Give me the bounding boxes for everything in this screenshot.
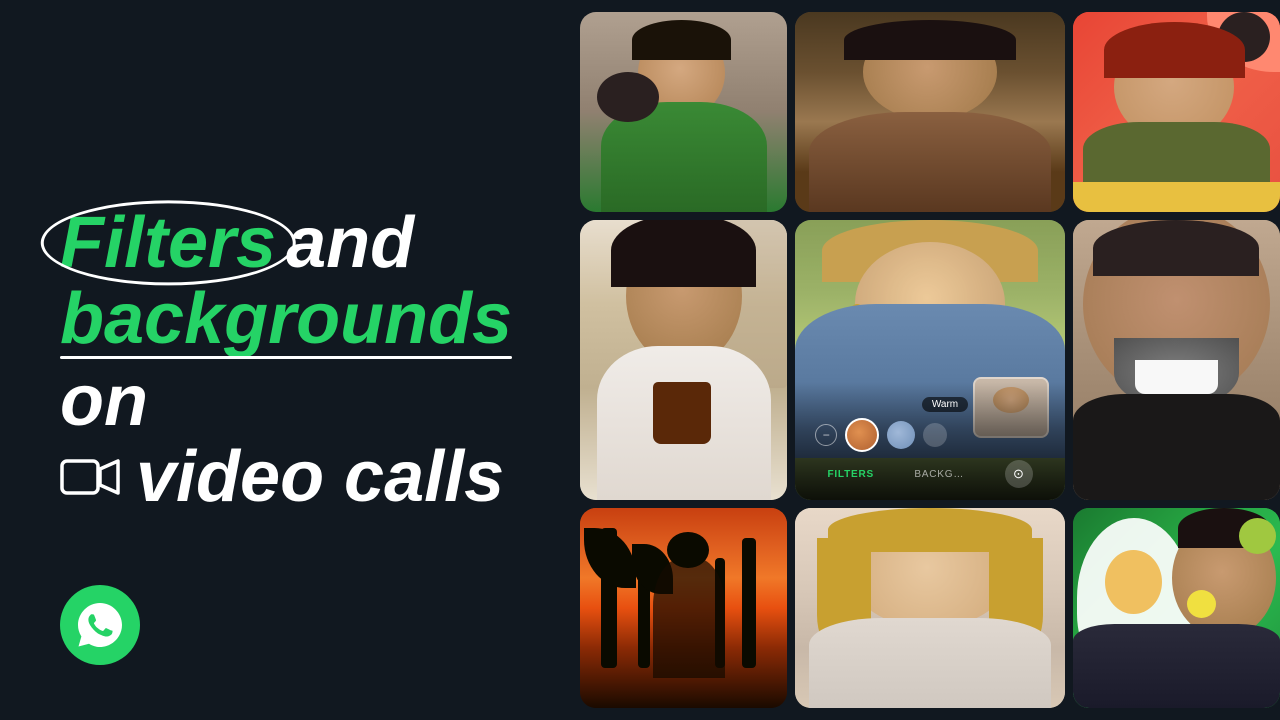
photo-overlay: [795, 508, 1064, 708]
headline-line3: video calls: [60, 441, 530, 513]
hair: [611, 220, 756, 287]
phone-filter-ui: Warm − FILTERS BACKG… ⊙: [795, 382, 1064, 500]
hair: [1104, 22, 1245, 78]
photo-overlay: [580, 220, 787, 500]
video-calls-word: video calls: [136, 441, 504, 513]
hair: [1093, 220, 1259, 276]
photo-asian-man-stickers: [1073, 508, 1280, 708]
headline: Filters and backgrounds on video calls: [60, 207, 530, 513]
headline-line1: Filters and: [60, 207, 530, 279]
page: Filters and backgrounds on video calls: [0, 0, 1280, 720]
body: [1073, 624, 1280, 708]
body: [1073, 394, 1280, 500]
photo-overlay: [580, 12, 787, 212]
filter-blue-circle[interactable]: [887, 421, 915, 449]
photo-blonde-woman: [795, 508, 1064, 708]
headline-line2: backgrounds on: [60, 283, 530, 437]
photo-overlay: [795, 12, 1064, 212]
whatsapp-logo: [60, 585, 140, 665]
photo-woman-cartoon-bg: [1073, 12, 1280, 212]
backgrounds-word: backgrounds: [60, 283, 512, 355]
filter-warm-circle[interactable]: [845, 418, 879, 452]
filters-tab[interactable]: FILTERS: [827, 469, 874, 480]
filters-word: Filters: [60, 207, 276, 279]
sticker-food1: [1239, 518, 1276, 554]
head-silhouette: [667, 532, 708, 568]
photo-overlay: [1073, 12, 1280, 212]
whatsapp-icon: [74, 599, 126, 651]
teeth: [1135, 360, 1218, 394]
photo-woman-outdoor: [795, 12, 1064, 212]
palm-trunk3: [742, 538, 757, 668]
photo-woman-warm-filter: Warm − FILTERS BACKG… ⊙: [795, 220, 1064, 500]
photo-bearded-man: [1073, 220, 1280, 500]
right-panel: Warm − FILTERS BACKG… ⊙: [580, 0, 1280, 720]
photo-overlay: [1073, 508, 1280, 708]
filter-tabs-row: FILTERS BACKG… ⊙: [807, 460, 1052, 488]
filter-minus-btn[interactable]: −: [815, 424, 837, 446]
body: [809, 618, 1052, 708]
hair-shape: [632, 20, 731, 60]
filter-more-circle[interactable]: [923, 423, 947, 447]
on-word: on: [60, 365, 148, 437]
sticker-face: [1105, 550, 1162, 614]
sticker-food2: [1187, 590, 1216, 618]
photo-sunset-palms: [580, 508, 787, 708]
backgrounds-tab[interactable]: BACKG…: [914, 469, 964, 480]
yellow-bottom: [1073, 182, 1280, 212]
warm-badge: Warm: [922, 397, 968, 412]
body: [809, 112, 1052, 212]
filter-circles-row: −: [807, 418, 1052, 452]
wa-circle: [60, 585, 140, 665]
dog-shape: [597, 72, 659, 122]
and-word: and: [286, 207, 414, 279]
hair: [844, 20, 1016, 60]
camera-flip-btn[interactable]: ⊙: [1005, 460, 1033, 488]
left-panel: Filters and backgrounds on video calls: [0, 0, 580, 720]
photo-man-dog: [580, 12, 787, 212]
photo-overlay: [580, 508, 787, 708]
person-silhouette: [653, 558, 726, 678]
coffee-cup: [653, 382, 711, 444]
photo-grid: Warm − FILTERS BACKG… ⊙: [580, 12, 1280, 708]
photo-man-coffee: [580, 220, 787, 500]
photo-overlay: [1073, 220, 1280, 500]
video-camera-icon: [60, 455, 120, 499]
